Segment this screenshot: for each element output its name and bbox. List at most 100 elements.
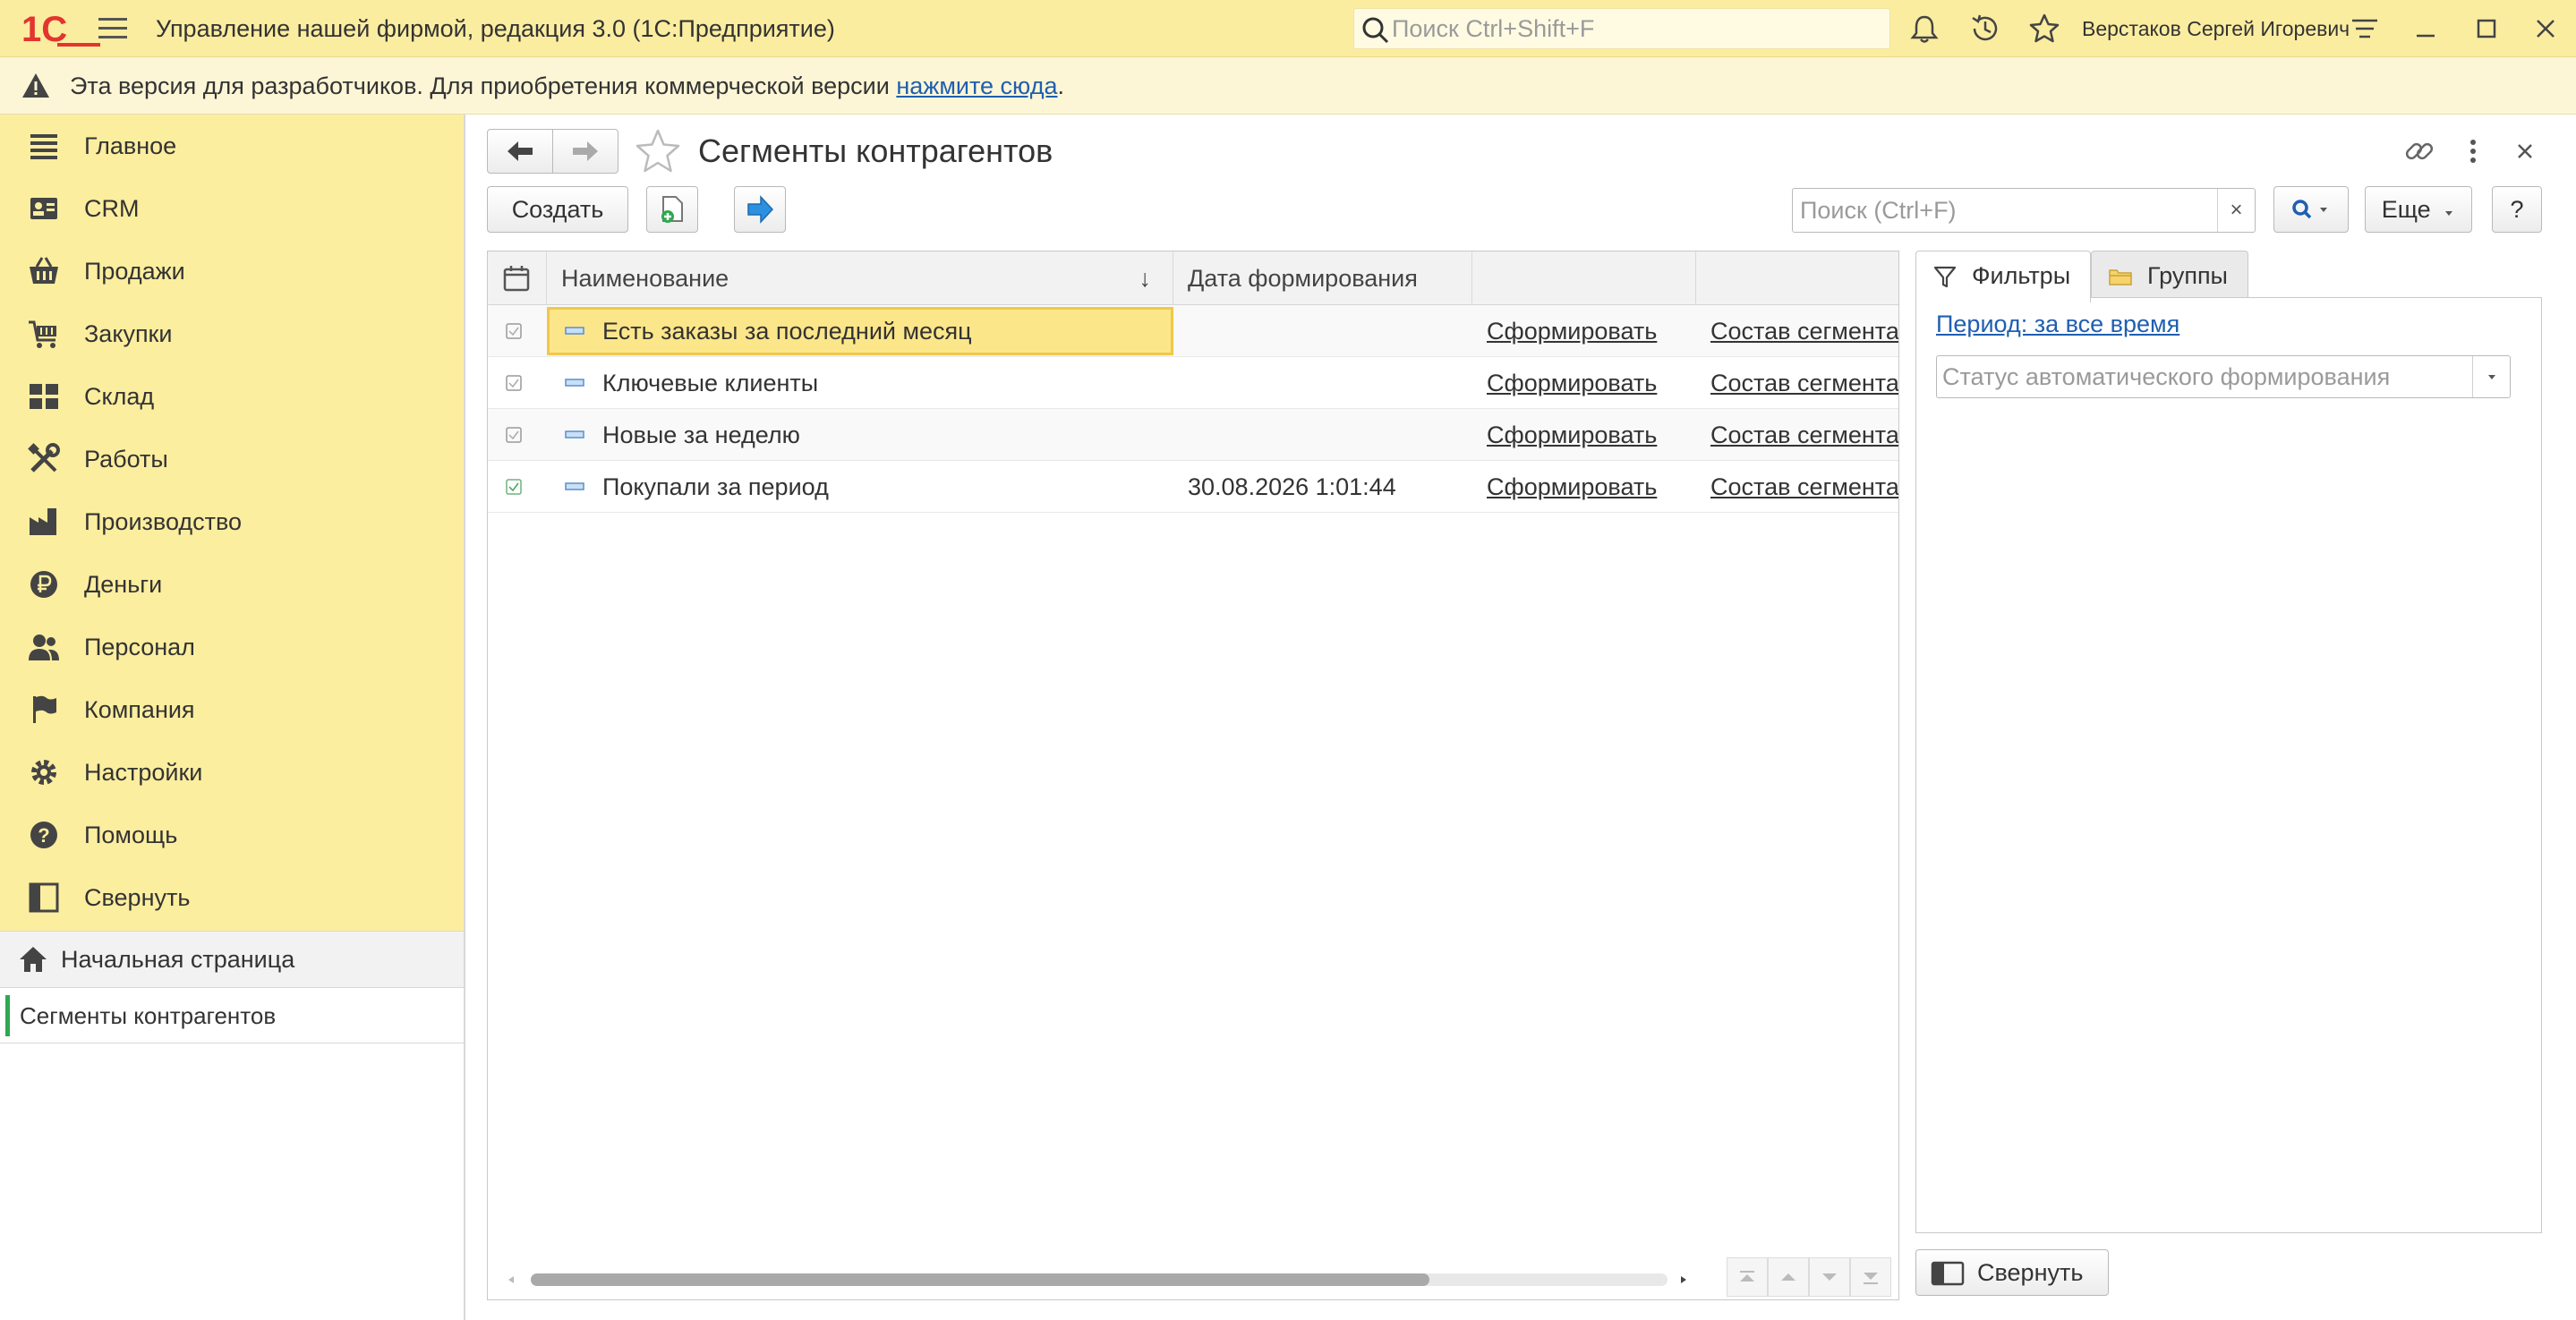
tab-filters[interactable]: Фильтры <box>1915 251 2091 302</box>
svg-text:1С: 1С <box>21 10 67 48</box>
column-header-name[interactable]: Наименование ↓ <box>547 251 1173 305</box>
favorites-star-icon[interactable] <box>2028 13 2060 45</box>
collapse-filters-button[interactable]: Свернуть <box>1915 1249 2109 1296</box>
segment-composition-link[interactable]: Состав сегмента <box>1710 305 1898 357</box>
row-state-icon <box>506 375 522 391</box>
move-arrow-icon <box>747 195 774 224</box>
segment-composition-link[interactable]: Состав сегмента <box>1710 409 1898 461</box>
search-options-button[interactable] <box>2273 186 2349 233</box>
collapse-panel-icon <box>1931 1261 1965 1286</box>
form-title: Сегменты контрагентов <box>698 132 1053 169</box>
section-help[interactable]: ? Помощь <box>0 804 464 866</box>
forward-button[interactable] <box>552 129 618 174</box>
arrow-left-icon <box>508 141 533 161</box>
svg-text:?: ? <box>38 824 49 847</box>
segment-composition-link[interactable]: Состав сегмента <box>1710 357 1898 409</box>
move-to-group-button[interactable] <box>734 186 786 233</box>
banner-text: Эта версия для разработчиков. Для приобр… <box>70 72 897 99</box>
section-main[interactable]: Главное <box>0 115 464 177</box>
table-row[interactable]: Ключевые клиенты Сформировать Состав сег… <box>488 357 1898 409</box>
scroll-to-bottom-button[interactable] <box>1850 1257 1891 1297</box>
table-row[interactable]: Новые за неделю Сформировать Состав сегм… <box>488 409 1898 461</box>
status-dropdown-button[interactable] <box>2472 356 2510 397</box>
scroll-up-button[interactable] <box>1768 1257 1809 1297</box>
segments-list[interactable]: Наименование ↓ Дата формирования Есть за… <box>487 251 1899 1300</box>
more-actions-icon[interactable] <box>2456 134 2490 168</box>
scroll-left-icon[interactable] <box>504 1273 518 1286</box>
filters-panel: Период: за все время Статус автоматическ… <box>1915 297 2542 1233</box>
global-search[interactable] <box>1353 8 1890 49</box>
segment-date <box>1188 357 1465 409</box>
main-menu-icon[interactable] <box>98 14 129 43</box>
segment-date: 30.08.2026 1:01:44 <box>1188 473 1396 500</box>
open-window-label: Сегменты контрагентов <box>20 1002 277 1029</box>
warehouse-grid-icon <box>30 384 58 409</box>
home-page-label: Начальная страница <box>61 946 295 973</box>
segment-date <box>1188 305 1465 357</box>
period-filter-link[interactable]: Период: за все время <box>1936 307 2179 341</box>
section-sales[interactable]: Продажи <box>0 240 464 302</box>
section-crm[interactable]: CRM <box>0 177 464 240</box>
bell-icon[interactable] <box>1908 13 1941 45</box>
section-settings[interactable]: Настройки <box>0 741 464 804</box>
home-page-link[interactable]: Начальная страница <box>0 931 464 988</box>
developer-version-banner: Эта версия для разработчиков. Для приобр… <box>0 57 2576 115</box>
section-personnel[interactable]: Персонал <box>0 616 464 678</box>
sections-panel: Главное CRM Продажи Закупки Склад Работы… <box>0 115 464 931</box>
close-icon[interactable] <box>2529 13 2562 45</box>
settings-menu-icon[interactable] <box>2349 13 2381 45</box>
history-icon[interactable] <box>1969 13 2001 45</box>
minimize-icon[interactable] <box>2410 13 2442 45</box>
list-search[interactable]: × <box>1792 188 2256 233</box>
segment-composition-link[interactable]: Состав сегмента <box>1710 461 1898 513</box>
user-name[interactable]: Верстаков Сергей Игоревич <box>2082 0 2350 57</box>
column-header-action[interactable] <box>1472 251 1696 305</box>
segment-date <box>1188 409 1465 461</box>
scroll-thumb[interactable] <box>531 1273 1429 1286</box>
basket-icon <box>30 257 58 284</box>
close-form-icon[interactable] <box>2508 134 2542 168</box>
column-settings-header[interactable] <box>488 251 547 305</box>
more-button[interactable]: Еще <box>2365 186 2472 233</box>
section-label: Помощь <box>84 822 178 848</box>
table-row[interactable]: Есть заказы за последний месяц Сформиров… <box>488 305 1898 357</box>
column-header-date[interactable]: Дата формирования <box>1173 251 1472 305</box>
list-search-input[interactable] <box>1798 189 2210 232</box>
open-window-segments[interactable]: Сегменты контрагентов <box>0 988 464 1043</box>
section-label: Продажи <box>84 258 185 285</box>
banner-message: Эта версия для разработчиков. Для приобр… <box>70 57 1064 115</box>
column-header-composition[interactable] <box>1696 251 1898 305</box>
section-works[interactable]: Работы <box>0 428 464 490</box>
1c-logo-icon[interactable]: 1С <box>21 9 104 48</box>
row-state-icon <box>506 427 522 443</box>
section-purchases[interactable]: Закупки <box>0 302 464 365</box>
generate-link[interactable]: Сформировать <box>1487 305 1693 357</box>
table-row[interactable]: Покупали за период 30.08.2026 1:01:44 Сф… <box>488 461 1898 513</box>
generate-link[interactable]: Сформировать <box>1487 357 1693 409</box>
create-button[interactable]: Создать <box>487 186 628 233</box>
section-collapse[interactable]: Свернуть <box>0 866 464 929</box>
tab-groups[interactable]: Группы <box>2091 251 2248 301</box>
section-production[interactable]: Производство <box>0 490 464 553</box>
maximize-icon[interactable] <box>2470 13 2503 45</box>
buy-commercial-link[interactable]: нажмите сюда <box>896 72 1057 99</box>
auto-generation-status-select[interactable]: Статус автоматического формирования <box>1936 355 2511 398</box>
scroll-to-top-button[interactable] <box>1727 1257 1768 1297</box>
generate-link[interactable]: Сформировать <box>1487 409 1693 461</box>
section-warehouse[interactable]: Склад <box>0 365 464 428</box>
clear-search-button[interactable]: × <box>2217 189 2255 232</box>
global-search-input[interactable] <box>1390 9 1882 48</box>
section-money[interactable]: Деньги <box>0 553 464 616</box>
link-icon[interactable] <box>2402 134 2436 168</box>
help-button[interactable]: ? <box>2492 186 2542 233</box>
back-button[interactable] <box>487 129 553 174</box>
horizontal-scrollbar[interactable] <box>504 1268 1694 1288</box>
segment-name: Есть заказы за последний месяц <box>602 318 972 345</box>
save-copy-button[interactable] <box>646 186 698 233</box>
generate-link[interactable]: Сформировать <box>1487 461 1693 513</box>
add-to-favorites-star-icon[interactable] <box>634 127 682 175</box>
scroll-down-button[interactable] <box>1809 1257 1850 1297</box>
section-company[interactable]: Компания <box>0 678 464 741</box>
document-add-icon <box>661 196 683 223</box>
scroll-right-icon[interactable] <box>1676 1273 1691 1286</box>
